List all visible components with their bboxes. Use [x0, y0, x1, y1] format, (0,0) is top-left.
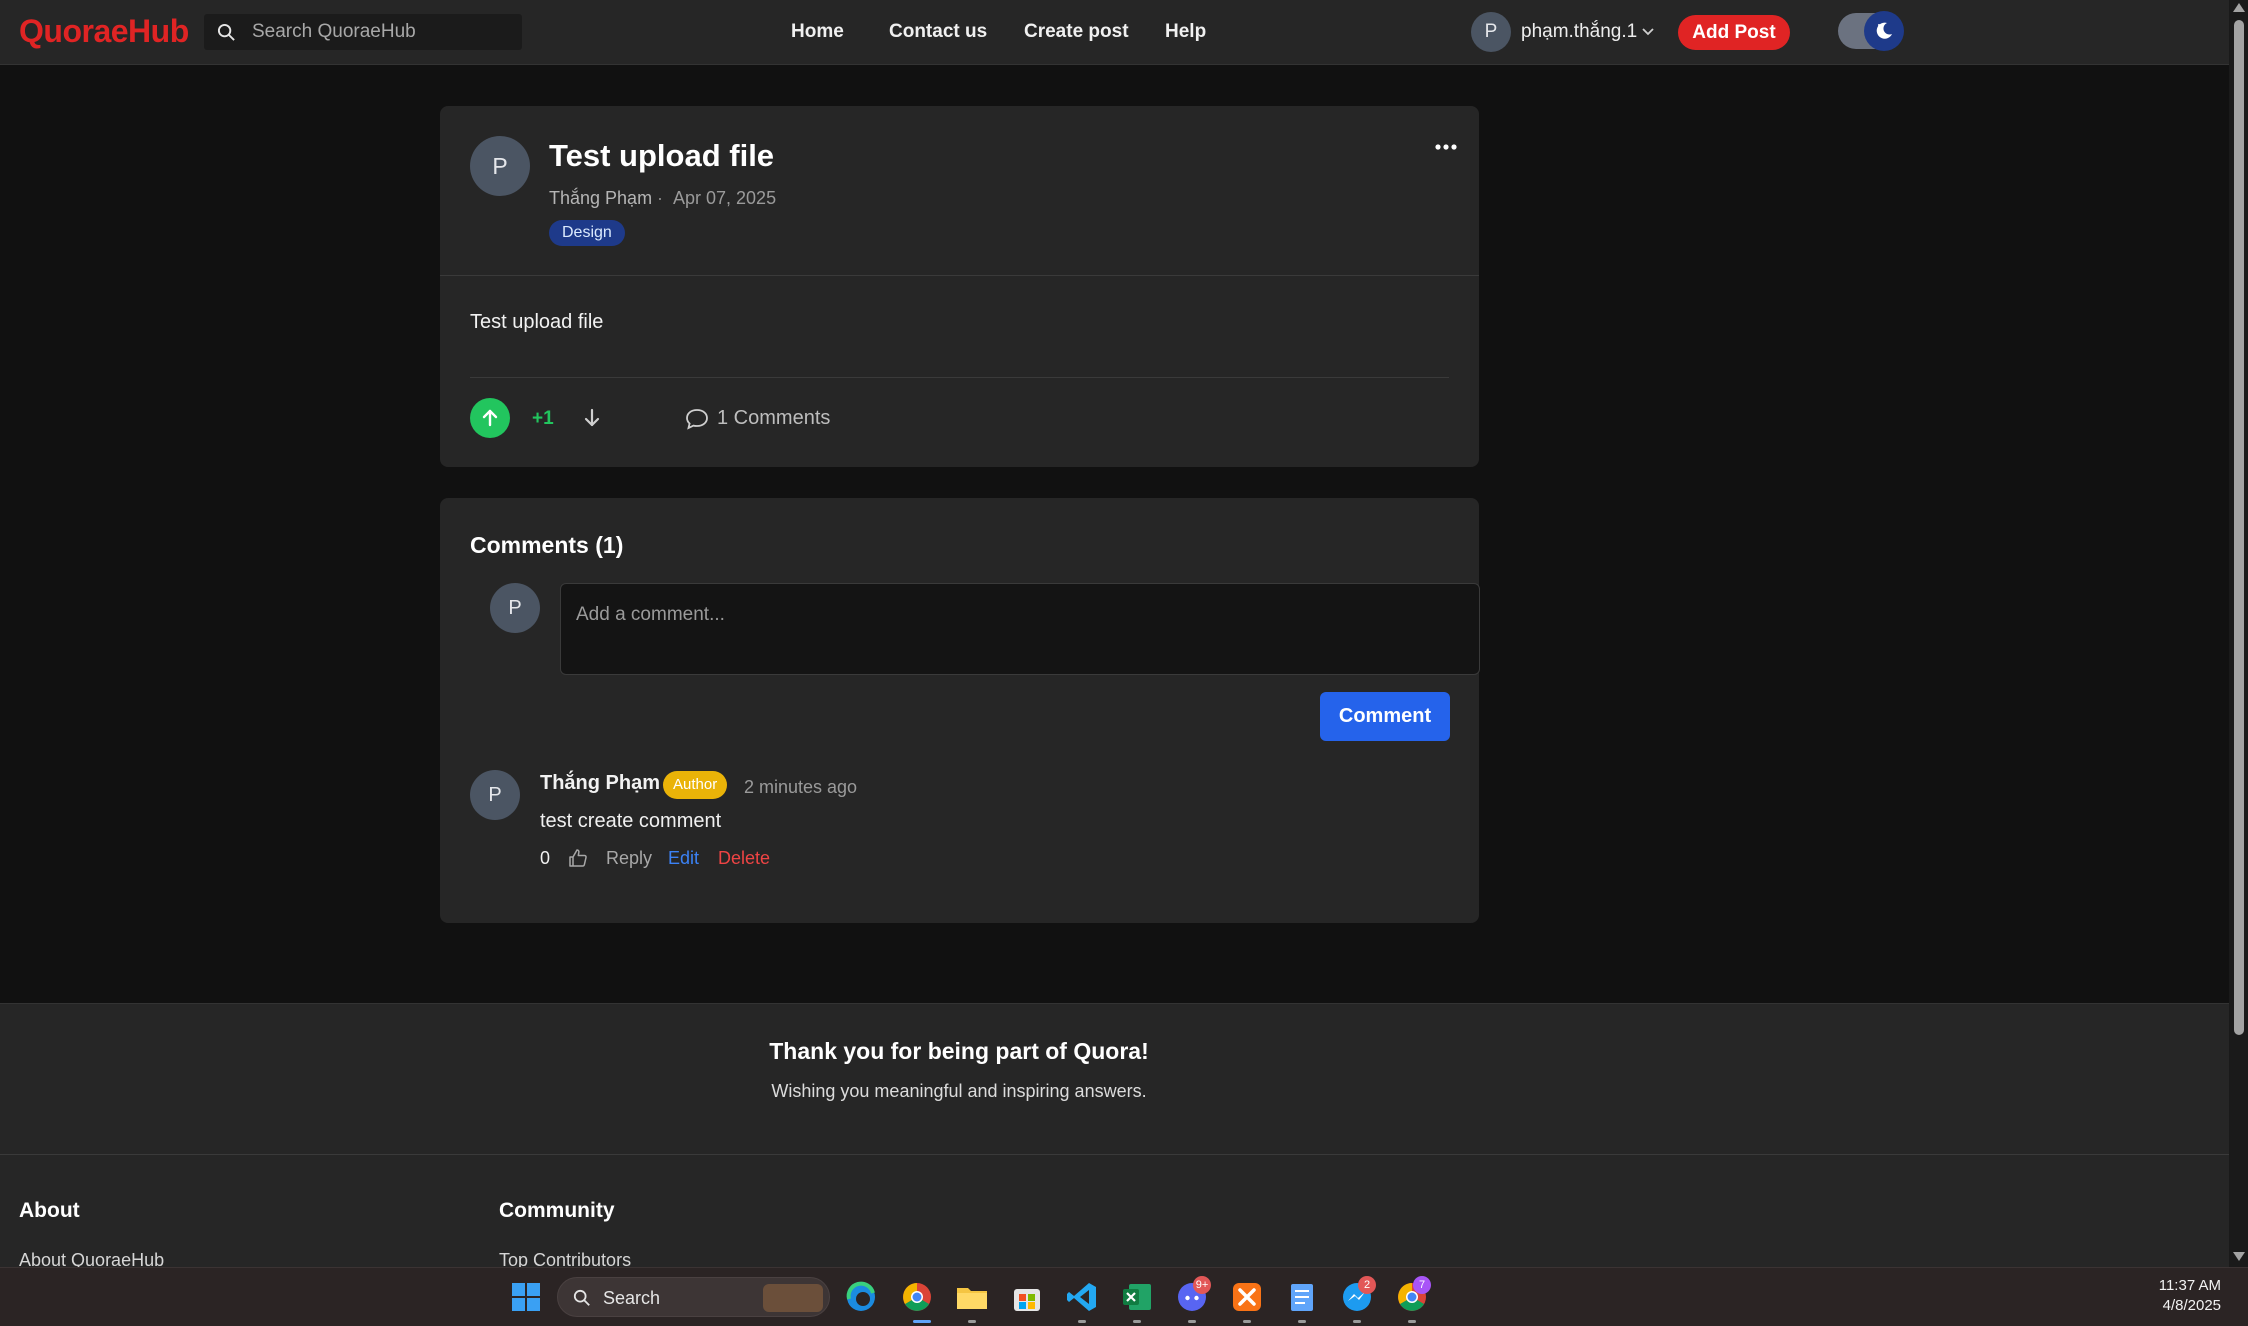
comment-author[interactable]: Thắng Phạm	[540, 772, 660, 795]
post-body: Test upload file	[470, 311, 604, 333]
scroll-up-arrow[interactable]	[2233, 3, 2245, 12]
search-input[interactable]	[252, 14, 512, 50]
comments-count-label: 1 Comments	[717, 407, 831, 429]
edit-button[interactable]: Edit	[668, 848, 699, 869]
running-indicator	[1243, 1320, 1251, 1323]
messenger-badge: 2	[1358, 1276, 1376, 1294]
running-indicator	[1188, 1320, 1196, 1323]
footer-thanks: Thank you for being part of Quora!	[769, 1038, 1149, 1064]
post-title: Test upload file	[549, 138, 775, 173]
post-author-avatar[interactable]: P	[470, 136, 530, 196]
edge-icon[interactable]	[843, 1279, 879, 1315]
arrow-up-icon	[482, 409, 498, 427]
taskbar: Search 9+ 2 7	[0, 1267, 2248, 1326]
taskbar-search[interactable]: Search	[557, 1277, 830, 1317]
comment-like-count: 0	[540, 848, 551, 868]
post-author[interactable]: Thắng Phạm	[549, 188, 652, 209]
scroll-down-arrow[interactable]	[2233, 1252, 2245, 1261]
taskbar-search-label: Search	[603, 1288, 661, 1308]
post-card: P Test upload file Thắng Phạm · Apr 07, …	[440, 106, 1479, 467]
comment-author-avatar[interactable]: P	[470, 770, 520, 820]
nav-create-post[interactable]: Create post	[1024, 21, 1129, 43]
running-indicator	[968, 1320, 976, 1323]
top-nav: QuoraeHub Home Contact us Create post He…	[0, 0, 2229, 65]
divider	[440, 275, 1479, 276]
comment-input[interactable]	[560, 583, 1480, 675]
running-indicator	[1298, 1320, 1306, 1323]
search-box[interactable]	[204, 14, 522, 50]
system-clock[interactable]: 11:37 AM 4/8/2025	[2159, 1276, 2221, 1316]
page-scrollbar[interactable]	[2229, 0, 2248, 1267]
search-icon	[217, 23, 235, 41]
comment-bubble-icon	[686, 409, 708, 430]
add-post-button[interactable]: Add Post	[1678, 15, 1790, 50]
footer-heading-about: About	[19, 1199, 80, 1222]
logo[interactable]: QuoraeHub	[19, 13, 189, 50]
footer-links-area	[0, 1155, 2229, 1267]
user-avatar[interactable]: P	[1471, 12, 1511, 52]
vscode-icon[interactable]	[1064, 1279, 1100, 1315]
reply-button[interactable]: Reply	[606, 848, 652, 869]
vote-count: +1	[532, 408, 554, 429]
search-highlight-image	[763, 1284, 823, 1312]
xampp-icon[interactable]	[1229, 1279, 1265, 1315]
footer-wishing: Wishing you meaningful and inspiring ans…	[771, 1081, 1147, 1101]
chevron-down-icon[interactable]	[1640, 24, 1656, 40]
chrome-profile-badge: 7	[1413, 1276, 1431, 1294]
comment-text: test create comment	[540, 810, 722, 832]
active-app-indicator	[913, 1320, 931, 1323]
scrollbar-thumb[interactable]	[2234, 20, 2244, 1035]
clock-date: 4/8/2025	[2162, 1297, 2221, 1314]
downvote-icon[interactable]	[580, 406, 604, 430]
running-indicator	[1353, 1320, 1361, 1323]
store-icon[interactable]	[1009, 1279, 1045, 1315]
meta-separator: ·	[657, 188, 663, 208]
post-tag[interactable]: Design	[549, 220, 625, 246]
moon-icon	[1876, 22, 1892, 39]
chrome-icon[interactable]	[899, 1279, 935, 1315]
comment-time: 2 minutes ago	[744, 777, 858, 797]
footer-banner	[0, 1003, 2229, 1155]
running-indicator	[1408, 1320, 1416, 1323]
more-options-icon[interactable]	[1433, 136, 1459, 158]
divider	[470, 377, 1449, 378]
comments-heading: Comments (1)	[470, 532, 624, 558]
search-icon	[573, 1289, 590, 1306]
notepad-icon[interactable]	[1284, 1279, 1320, 1315]
footer-heading-community: Community	[499, 1199, 615, 1222]
running-indicator	[1133, 1320, 1141, 1323]
theme-toggle-knob	[1864, 11, 1904, 51]
nav-help[interactable]: Help	[1165, 21, 1206, 43]
file-explorer-icon[interactable]	[954, 1279, 990, 1315]
username[interactable]: phạm.thắng.1	[1521, 21, 1637, 43]
windows-start-icon[interactable]	[508, 1279, 544, 1315]
comments-section: Comments (1) P Comment P Thắng Phạm Auth…	[440, 498, 1480, 923]
nav-contact-us[interactable]: Contact us	[889, 21, 987, 43]
comment-submit-button[interactable]: Comment	[1320, 692, 1450, 741]
theme-toggle[interactable]	[1838, 11, 1904, 51]
author-badge: Author	[663, 771, 728, 799]
post-date: Apr 07, 2025	[673, 188, 777, 208]
clock-time: 11:37 AM	[2158, 1277, 2221, 1294]
thumbs-up-icon[interactable]	[568, 848, 588, 868]
upvote-button[interactable]	[470, 398, 510, 438]
delete-button[interactable]: Delete	[718, 848, 770, 869]
current-user-avatar: P	[490, 583, 540, 633]
nav-home[interactable]: Home	[791, 21, 844, 43]
excel-icon[interactable]	[1119, 1279, 1155, 1315]
running-indicator	[1078, 1320, 1086, 1323]
discord-badge: 9+	[1193, 1276, 1211, 1294]
